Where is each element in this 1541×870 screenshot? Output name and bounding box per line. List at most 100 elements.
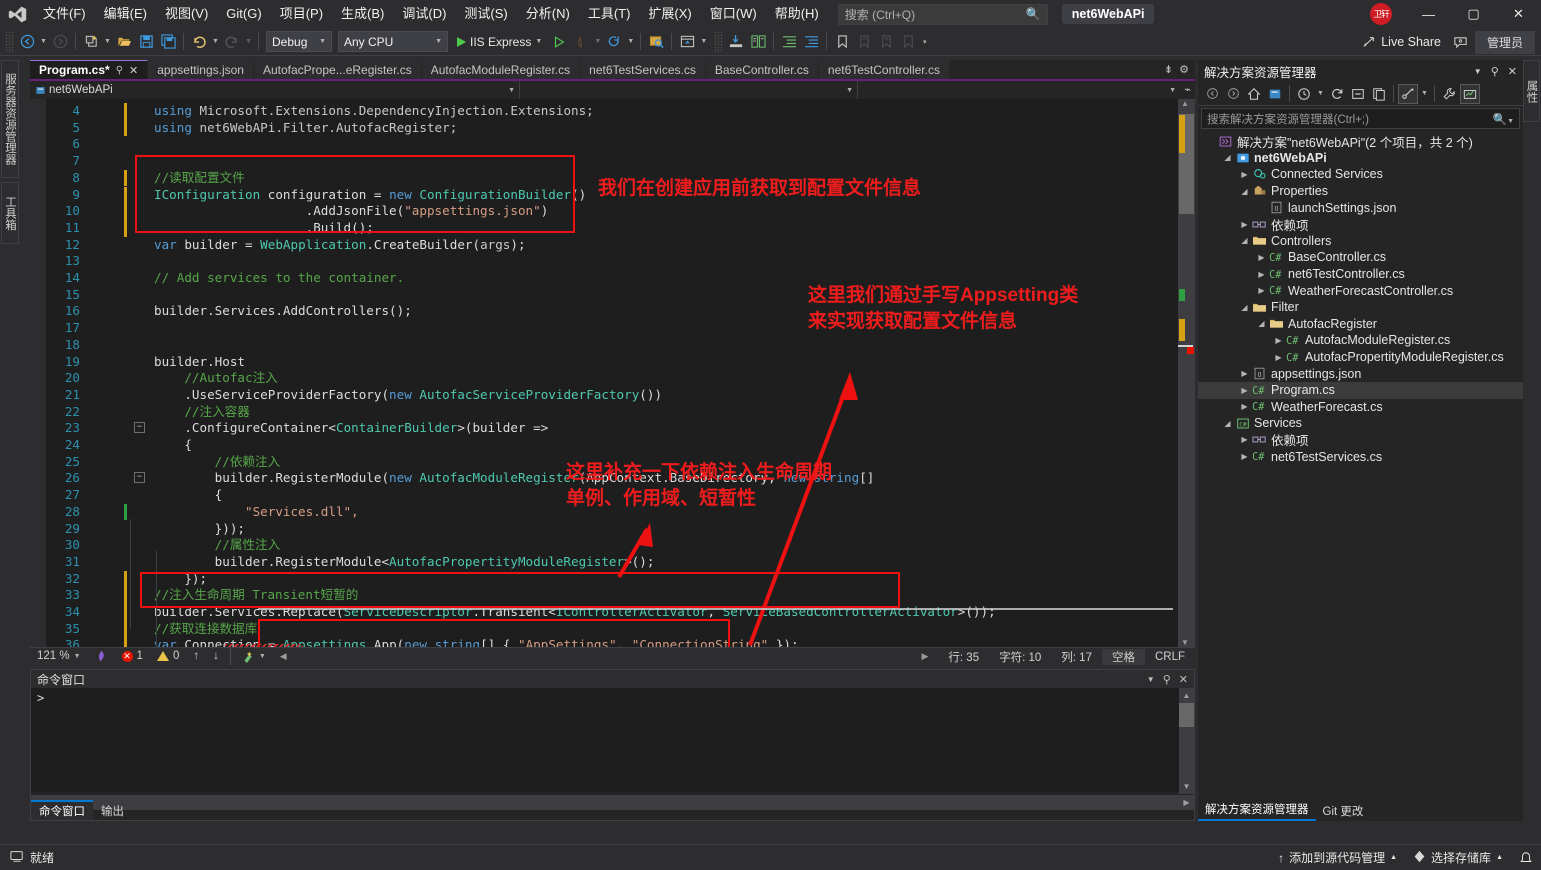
toolbox-tab[interactable]: 工具箱 xyxy=(1,182,19,244)
code-line[interactable]: builder.Services.Replace(ServiceDescript… xyxy=(154,604,996,621)
expand-status-icon[interactable]: ▶ xyxy=(911,651,938,662)
menu-view[interactable]: 视图(V) xyxy=(156,0,217,28)
code-line[interactable]: //属性注入 xyxy=(154,537,281,554)
tree-node[interactable]: ▶ 依赖项 xyxy=(1198,432,1523,448)
collapsed-chevron-icon[interactable]: ▶ xyxy=(1255,286,1268,295)
scroll-down-icon[interactable]: ▼ xyxy=(1179,779,1194,794)
code-line[interactable]: //依赖注入 xyxy=(154,454,281,471)
restart-icon[interactable] xyxy=(603,31,625,53)
code-editor[interactable]: 4 using Microsoft.Extensions.DependencyIn… xyxy=(30,99,1195,647)
save-icon[interactable] xyxy=(135,31,157,53)
tab-net6-test-controller[interactable]: net6TestController.cs xyxy=(818,60,950,79)
tab-net6-test-services[interactable]: net6TestServices.cs xyxy=(580,60,706,79)
collapsed-chevron-icon[interactable]: ▶ xyxy=(1272,353,1285,362)
command-scroll-thumb[interactable] xyxy=(1179,703,1194,727)
properties-tab[interactable]: 属性 xyxy=(1523,60,1540,122)
start-debugging-button[interactable]: IIS Express ▼ xyxy=(451,31,548,53)
preview-selected-items-icon[interactable] xyxy=(1460,83,1480,104)
solution-configuration-combo[interactable]: Debug ▼ xyxy=(266,31,332,52)
user-avatar[interactable]: 卫轩 xyxy=(1370,3,1392,25)
tree-node[interactable]: ▶ 依赖项 xyxy=(1198,216,1523,233)
collapsed-chevron-icon[interactable]: ▶ xyxy=(1238,170,1251,179)
navbar-type-dropdown[interactable]: ▼ xyxy=(520,81,858,99)
menu-edit[interactable]: 编辑(E) xyxy=(95,0,156,28)
chevron-down-icon[interactable]: ▼ xyxy=(1147,675,1155,684)
code-line[interactable]: .ConfigureContainer<ContainerBuilder>(bu… xyxy=(154,420,548,437)
indent-icon[interactable] xyxy=(778,31,800,53)
code-line[interactable]: .UseServiceProviderFactory(new AutofacSe… xyxy=(154,387,662,404)
code-line[interactable]: .Build(); xyxy=(154,220,374,237)
cmd-tab-output[interactable]: 输出 xyxy=(93,802,132,820)
collapsed-chevron-icon[interactable]: ▶ xyxy=(1255,270,1268,279)
compare-icon[interactable] xyxy=(747,31,769,53)
code-cleanup-icon[interactable]: ▼ xyxy=(235,648,273,665)
code-line[interactable]: //注入生命周期 Transient短暂的 xyxy=(154,587,358,604)
tab-autofac-module-register[interactable]: AutofacModuleRegister.cs xyxy=(421,60,581,79)
code-line[interactable]: IConfiguration configuration = new Confi… xyxy=(154,187,586,204)
maximize-button[interactable]: ▢ xyxy=(1451,0,1496,28)
collapsed-chevron-icon[interactable]: ▶ xyxy=(1238,435,1251,444)
pin-icon[interactable]: ⚲ xyxy=(116,65,123,76)
code-line[interactable]: using net6WebAPi.Filter.AutofacRegister; xyxy=(154,120,457,137)
back-icon[interactable] xyxy=(1202,84,1222,104)
toolbar-overflow-icon[interactable]: ▾ xyxy=(919,38,930,46)
tree-node[interactable]: ▶ C# BaseController.cs xyxy=(1198,249,1523,266)
new-project-icon[interactable] xyxy=(80,31,102,53)
add-to-source-control-button[interactable]: ↑ 添加到源代码管理 ▲ xyxy=(1278,849,1397,866)
open-file-icon[interactable] xyxy=(113,31,135,53)
code-line[interactable]: //读取配置文件 xyxy=(154,170,245,187)
code-text-area[interactable]: 4 using Microsoft.Extensions.DependencyIn… xyxy=(46,99,1195,647)
close-icon[interactable]: ✕ xyxy=(129,64,138,77)
start-without-debugging-icon[interactable] xyxy=(548,31,570,53)
fold-toggle-icon[interactable]: − xyxy=(134,422,145,434)
tree-node[interactable]: ▶ C# Program.cs xyxy=(1198,381,1523,399)
toolbar-grip-2[interactable] xyxy=(714,30,724,53)
warning-count-indicator[interactable]: 0 xyxy=(150,648,186,665)
code-line[interactable]: { xyxy=(154,487,223,504)
pin-icon[interactable]: ⚲ xyxy=(1163,673,1171,686)
tree-node[interactable]: ▶ C# AutofacModuleRegister.cs xyxy=(1198,332,1523,349)
code-line[interactable]: "Services.dll", xyxy=(154,504,359,521)
restart-dropdown-icon[interactable]: ▼ xyxy=(625,38,636,45)
code-line[interactable]: { xyxy=(154,437,192,454)
show-all-files-icon[interactable] xyxy=(1369,84,1389,104)
command-window-vscrollbar[interactable]: ▲ ▼ xyxy=(1179,688,1194,794)
pin-icon[interactable]: ⚲ xyxy=(1491,65,1499,78)
next-issue-icon[interactable]: ↓ xyxy=(206,648,226,665)
navbar-member-dropdown[interactable]: ▼ xyxy=(858,81,1180,99)
tab-program-cs[interactable]: Program.cs* ⚲ ✕ xyxy=(30,60,149,79)
code-line[interactable]: .AddJsonFile("appsettings.json") xyxy=(154,203,549,220)
code-line[interactable]: //获取连接数据库 xyxy=(154,621,257,638)
error-count-indicator[interactable]: ✕ 1 xyxy=(115,648,150,665)
menu-window[interactable]: 窗口(W) xyxy=(701,0,766,28)
expanded-chevron-icon[interactable]: ◢ xyxy=(1238,187,1251,196)
navigate-backward-dropdown-icon[interactable]: ▼ xyxy=(38,38,49,45)
code-line[interactable]: using Microsoft.Extensions.DependencyInj… xyxy=(154,103,594,120)
code-line[interactable]: builder.RegisterModule<AutofacPropertity… xyxy=(154,554,655,571)
switch-views-icon[interactable] xyxy=(1265,84,1285,104)
menu-extensions[interactable]: 扩展(X) xyxy=(639,0,700,28)
previous-issue-icon[interactable]: ↑ xyxy=(186,648,206,665)
tree-node[interactable]: ▶ {} appsettings.json xyxy=(1198,365,1523,382)
line-ending-mode[interactable]: CRLF xyxy=(1145,651,1195,663)
solution-explorer-search-input[interactable]: 搜索解决方案资源管理器(Ctrl+;) 🔍▼ xyxy=(1201,108,1520,129)
menu-build[interactable]: 生成(B) xyxy=(332,0,393,28)
expanded-chevron-icon[interactable]: ◢ xyxy=(1221,419,1234,428)
collapsed-chevron-icon[interactable]: ▶ xyxy=(1238,369,1251,378)
forward-icon[interactable] xyxy=(1223,84,1243,104)
pending-changes-dropdown-icon[interactable]: ▼ xyxy=(1315,90,1326,97)
command-window-hscrollbar[interactable]: ◀ ▶ xyxy=(31,795,1194,810)
code-line[interactable]: builder.Host xyxy=(154,354,245,371)
menu-analyze[interactable]: 分析(N) xyxy=(517,0,579,28)
scroll-up-icon[interactable]: ▲ xyxy=(1179,688,1194,703)
editor-indicator-margin[interactable] xyxy=(30,99,46,647)
tree-node[interactable]: ▶ C# AutofacPropertityModuleRegister.cs xyxy=(1198,349,1523,366)
close-icon[interactable]: ✕ xyxy=(1508,65,1517,78)
live-preview-icon[interactable] xyxy=(645,31,667,53)
select-repository-button[interactable]: 选择存储库 ▲ xyxy=(1413,849,1503,866)
code-line[interactable]: // Add services to the container. xyxy=(154,270,404,287)
tab-list-icon[interactable]: ⇟ xyxy=(1164,63,1173,76)
view-code-icon[interactable] xyxy=(1398,83,1418,104)
tree-node[interactable]: ▶ C# net6TestController.cs xyxy=(1198,266,1523,283)
toolbar-grip[interactable] xyxy=(5,30,14,53)
